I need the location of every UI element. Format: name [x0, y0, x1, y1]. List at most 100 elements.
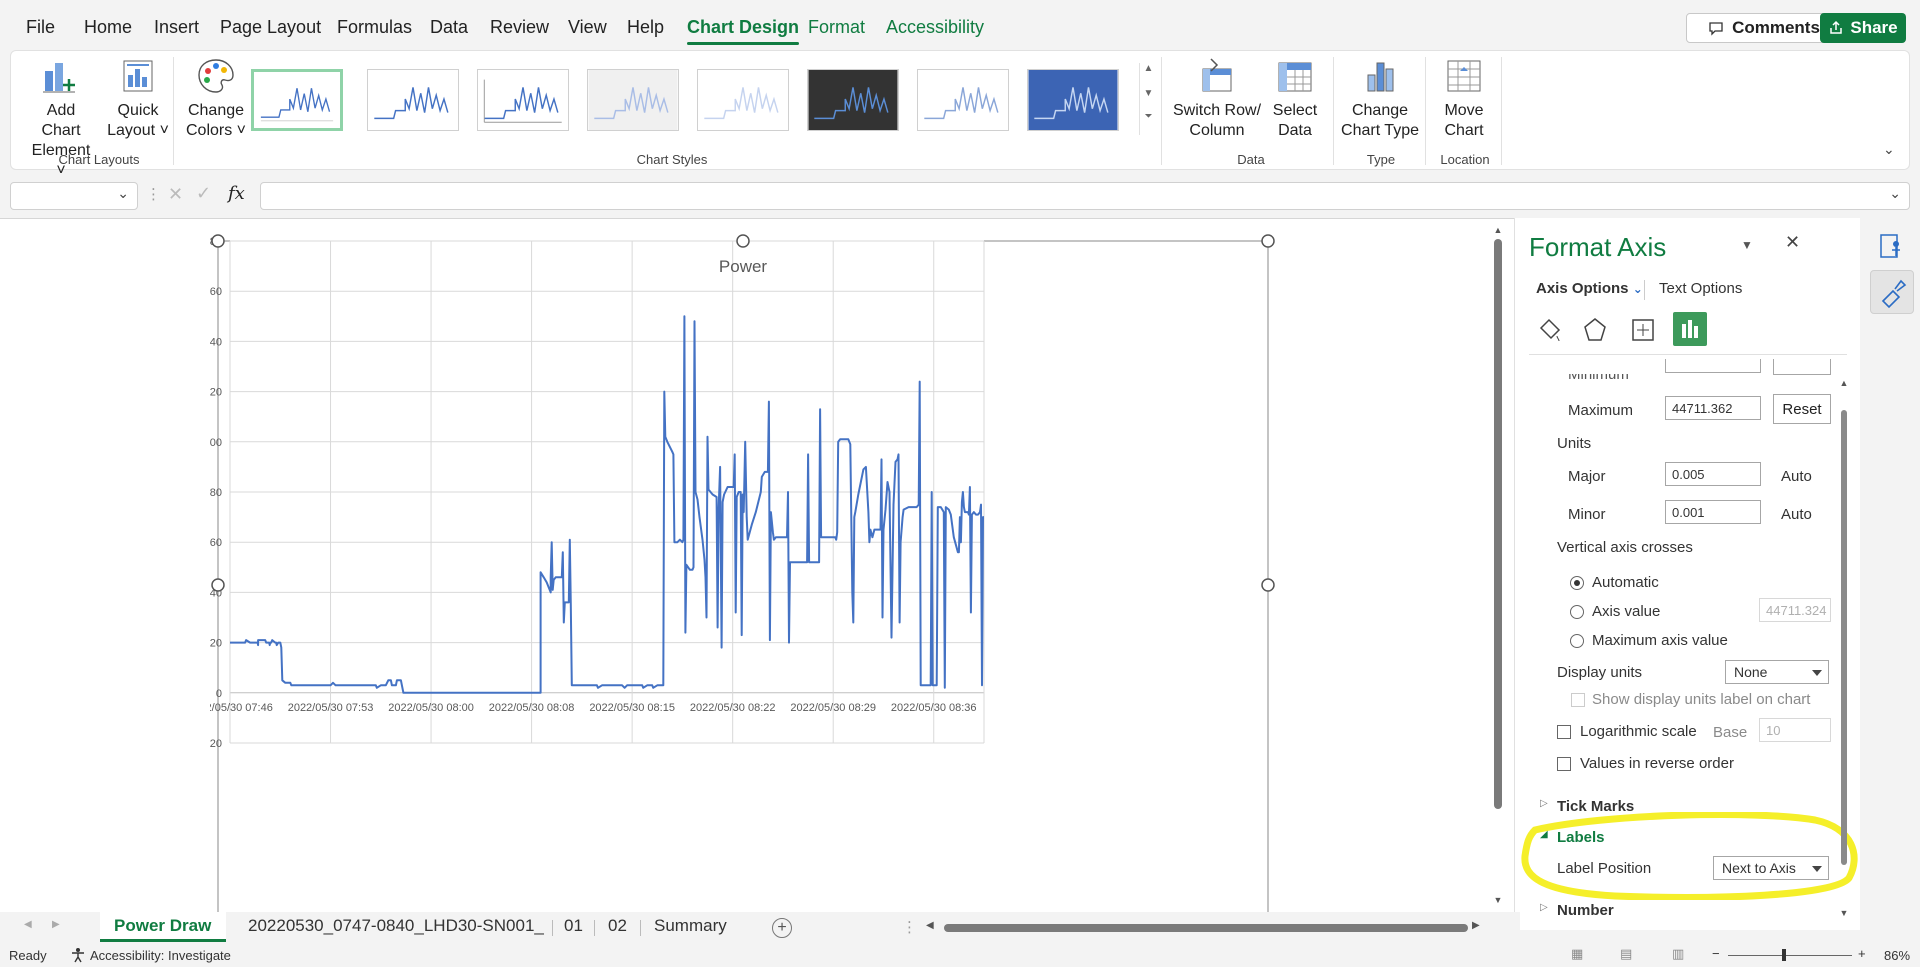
number-expand-icon[interactable]: ▷	[1540, 902, 1548, 913]
tab-axis-options[interactable]: Axis Options ⌄	[1536, 280, 1643, 297]
menu-format[interactable]: Format	[808, 17, 865, 38]
tab-02[interactable]: 02	[608, 916, 627, 936]
gallery-scroll[interactable]: ▲ ▼ ⏷	[1139, 63, 1157, 135]
minimum-reset-button[interactable]	[1773, 359, 1831, 375]
label-position-select[interactable]: Next to Axis	[1713, 856, 1829, 880]
tab-summary[interactable]: Summary	[654, 916, 727, 936]
name-box[interactable]: ⌄	[10, 182, 138, 210]
number-section[interactable]: Number	[1557, 902, 1614, 919]
formula-expand-icon[interactable]: ⌄	[1889, 185, 1901, 202]
pane-options-dropdown-icon[interactable]: ▼	[1741, 238, 1753, 252]
normal-view-icon[interactable]: ▦	[1571, 946, 1583, 962]
accessibility-pane-icon[interactable]	[1878, 232, 1904, 260]
display-units-select[interactable]: None	[1725, 660, 1829, 684]
menu-chart-design[interactable]: Chart Design	[687, 17, 800, 45]
tab-01[interactable]: 01	[564, 916, 583, 936]
insert-function-icon[interactable]: fx	[228, 183, 245, 204]
page-layout-view-icon[interactable]: ▤	[1620, 946, 1632, 962]
minor-input[interactable]: 0.001	[1665, 500, 1761, 524]
add-sheet-button[interactable]: +	[772, 918, 792, 938]
menu-insert[interactable]: Insert	[154, 17, 199, 38]
menu-page-layout[interactable]: Page Layout	[220, 17, 321, 38]
ribbon-collapse-icon[interactable]: ⌄	[1883, 141, 1895, 158]
fill-line-icon[interactable]	[1535, 316, 1563, 344]
chart-title[interactable]: Power	[719, 257, 768, 276]
pane-close-icon[interactable]: ✕	[1785, 232, 1800, 253]
chart-style-4[interactable]	[587, 69, 679, 131]
change-colors-button[interactable]: Change Colors ˅	[183, 57, 249, 141]
effects-icon[interactable]	[1581, 316, 1609, 344]
change-chart-type-button[interactable]: Change Chart Type	[1337, 57, 1423, 141]
move-chart-button[interactable]: Move Chart	[1429, 57, 1499, 141]
switch-row-column-button[interactable]: Switch Row/ Column	[1169, 57, 1265, 141]
menu-home[interactable]: Home	[84, 17, 132, 38]
labels-section[interactable]: Labels	[1557, 829, 1605, 846]
menu-view[interactable]: View	[568, 17, 607, 38]
gallery-up-icon[interactable]: ▲	[1140, 63, 1157, 74]
menu-file[interactable]: File	[26, 17, 55, 38]
zoom-level[interactable]: 86%	[1884, 948, 1910, 963]
menu-review[interactable]: Review	[490, 17, 549, 38]
show-display-units-checkbox[interactable]	[1571, 693, 1585, 707]
hscroll-right-icon[interactable]: ▶	[1472, 920, 1480, 931]
comments-button[interactable]: Comments	[1686, 13, 1842, 43]
axis-value-label: Axis value	[1592, 603, 1661, 620]
zoom-out-icon[interactable]: −	[1712, 946, 1720, 961]
axis-value-radio[interactable]	[1570, 605, 1584, 619]
y-tick-label: -20	[210, 738, 222, 750]
y-tick-label: 160	[210, 286, 222, 298]
maximum-reset-button[interactable]: Reset	[1773, 394, 1831, 424]
labels-collapse-icon[interactable]: ◢	[1540, 829, 1548, 840]
menu-accessibility[interactable]: Accessibility	[886, 17, 984, 38]
automatic-radio[interactable]	[1570, 576, 1584, 590]
tab-scroll-right-icon[interactable]: ▶	[52, 919, 60, 930]
gallery-down-icon[interactable]: ▼	[1140, 88, 1157, 99]
menu-help[interactable]: Help	[627, 17, 664, 38]
chart-style-5[interactable]	[697, 69, 789, 131]
base-input[interactable]: 10	[1759, 718, 1831, 742]
gallery-more-icon[interactable]: ⏷	[1140, 111, 1157, 122]
menu-data[interactable]: Data	[430, 17, 468, 38]
tab-data-file[interactable]: 20220530_0747-0840_LHD30-SN001_	[248, 916, 544, 936]
pane-scrollbar[interactable]: ▲ ▼	[1837, 378, 1851, 918]
format-pane-toggle[interactable]	[1870, 270, 1914, 314]
formula-input[interactable]: ⌄	[260, 182, 1910, 210]
maximum-axis-value-radio[interactable]	[1570, 634, 1584, 648]
zoom-in-icon[interactable]: +	[1858, 946, 1866, 961]
share-button[interactable]: Share	[1820, 13, 1906, 43]
cancel-icon[interactable]: ✕	[168, 184, 183, 205]
quick-layout-button[interactable]: Quick Layout ˅	[105, 57, 171, 141]
maximum-input[interactable]: 44711.362	[1665, 396, 1761, 420]
chart-style-3[interactable]	[477, 69, 569, 131]
chart-style-6[interactable]	[807, 69, 899, 131]
tab-text-options[interactable]: Text Options	[1659, 280, 1742, 297]
chart-style-8[interactable]	[1027, 69, 1119, 131]
axis-options-icon[interactable]	[1673, 312, 1707, 346]
zoom-slider-thumb[interactable]	[1782, 949, 1786, 961]
vertical-axis-crosses-label: Vertical axis crosses	[1557, 539, 1693, 556]
accessibility-status[interactable]: Accessibility: Investigate	[90, 948, 231, 963]
tab-scroll-left-icon[interactable]: ◀	[24, 919, 32, 930]
major-input[interactable]: 0.005	[1665, 462, 1761, 486]
size-properties-icon[interactable]	[1629, 316, 1657, 344]
chart-style-2[interactable]	[367, 69, 459, 131]
chart-style-7[interactable]	[917, 69, 1009, 131]
reverse-order-checkbox[interactable]	[1557, 757, 1571, 771]
tick-marks-expand-icon[interactable]: ▷	[1540, 798, 1548, 809]
select-data-button[interactable]: Select Data	[1265, 57, 1325, 141]
name-box-dropdown-icon[interactable]: ⌄	[117, 185, 129, 202]
page-break-view-icon[interactable]: ▥	[1672, 946, 1684, 962]
pane-title: Format Axis	[1529, 232, 1667, 262]
axis-value-input[interactable]: 44711.324	[1759, 598, 1831, 622]
zoom-slider[interactable]	[1728, 955, 1852, 956]
change-colors-line1: Change	[187, 102, 245, 119]
vertical-scrollbar[interactable]: ▲ ▼	[1490, 225, 1506, 905]
menu-formulas[interactable]: Formulas	[337, 17, 412, 38]
line-chart[interactable]: 180160140120100806040200-20 2022/05/30 0…	[210, 234, 1282, 914]
hscroll-left-icon[interactable]: ◀	[926, 920, 934, 931]
horizontal-scrollbar[interactable]	[944, 924, 1468, 932]
enter-icon[interactable]: ✓	[196, 183, 211, 204]
chart-style-1[interactable]	[251, 69, 343, 131]
logarithmic-scale-checkbox[interactable]	[1557, 725, 1571, 739]
minimum-input[interactable]	[1665, 359, 1761, 373]
